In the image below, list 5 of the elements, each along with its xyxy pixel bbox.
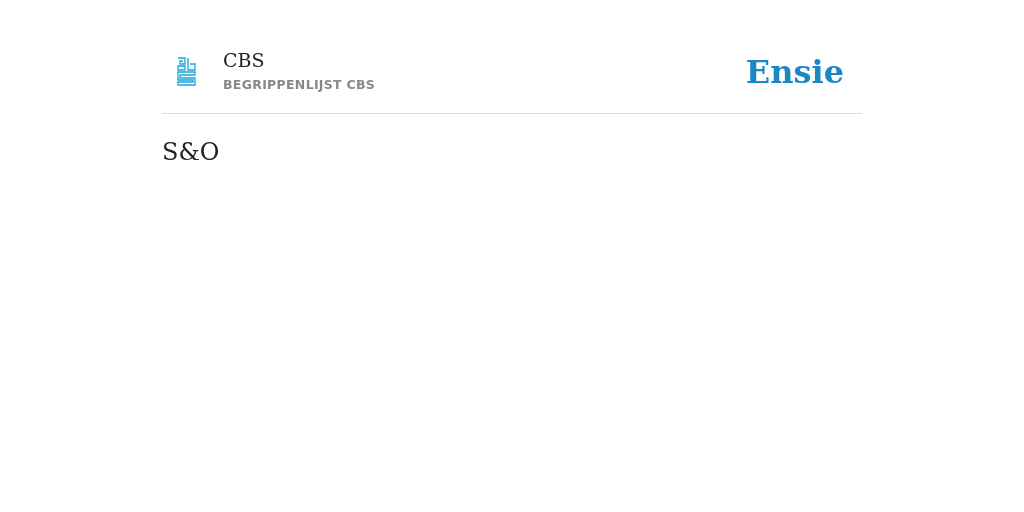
glossary-owner: CBS	[223, 48, 266, 73]
site-logo[interactable]: Ensie	[745, 55, 844, 88]
logo-icon	[177, 57, 196, 86]
glossary-name: BEGRIPPENLIJST CBS	[223, 76, 376, 95]
term-title: S&O	[162, 137, 221, 168]
